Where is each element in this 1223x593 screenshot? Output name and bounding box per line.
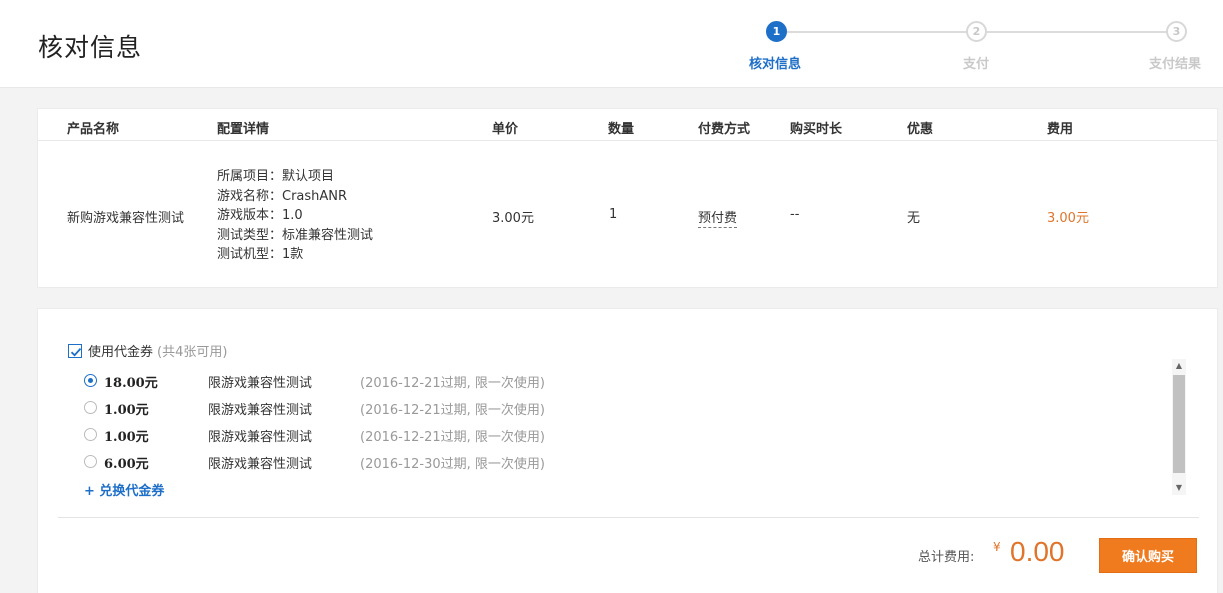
coupon-scope: 限游戏兼容性测试 bbox=[208, 376, 313, 391]
summary-divider bbox=[58, 517, 1199, 518]
column-header-config: 配置详情 bbox=[217, 122, 270, 137]
cell-payment[interactable]: 预付费 bbox=[698, 207, 738, 228]
payment-method-tooltip-trigger[interactable]: 预付费 bbox=[698, 211, 738, 228]
coupon-expiry: (2016-12-21过期, 限一次使用) bbox=[360, 430, 545, 445]
step-2-indicator: 2 bbox=[966, 21, 987, 42]
cell-fee: 3.00元 bbox=[1047, 211, 1089, 226]
scroll-thumb[interactable] bbox=[1173, 375, 1185, 473]
table-header-divider bbox=[38, 140, 1217, 141]
cell-duration: -- bbox=[790, 207, 800, 222]
redeem-coupon-link[interactable]: + 兑换代金券 bbox=[84, 480, 164, 499]
coupon-amount: 1.00元 bbox=[104, 403, 149, 418]
coupon-scope: 限游戏兼容性测试 bbox=[208, 430, 313, 445]
coupon-amount: 6.00元 bbox=[104, 457, 149, 472]
triangle-up-icon: ▲ bbox=[1175, 361, 1183, 370]
total-label: 总计费用: bbox=[918, 550, 975, 565]
coupon-expiry: (2016-12-30过期, 限一次使用) bbox=[360, 457, 545, 472]
coupon-radio[interactable] bbox=[84, 455, 97, 468]
coupon-panel: 使用代金券 (共4张可用) 18.00元 限游戏兼容性测试 (2016-12-2… bbox=[37, 308, 1218, 593]
coupon-option[interactable]: 1.00元 限游戏兼容性测试 (2016-12-21过期, 限一次使用) bbox=[84, 398, 784, 418]
coupon-radio[interactable] bbox=[84, 374, 97, 387]
use-coupon-checkbox[interactable] bbox=[68, 343, 82, 358]
coupon-amount: 1.00元 bbox=[104, 430, 149, 445]
cell-quantity: 1 bbox=[609, 207, 618, 222]
step-2-label: 支付 bbox=[963, 57, 990, 72]
column-header-unit-price: 单价 bbox=[492, 122, 519, 137]
step-1-label: 核对信息 bbox=[749, 57, 802, 72]
total-amount: 0.00 bbox=[1010, 536, 1065, 567]
cell-config-details: 所属项目：默认项目 游戏名称：CrashANR 游戏版本：1.0 测试类型：标准… bbox=[217, 167, 373, 265]
config-line: 测试类型：标准兼容性测试 bbox=[217, 227, 374, 243]
column-header-discount: 优惠 bbox=[907, 122, 934, 137]
column-header-duration: 购买时长 bbox=[790, 122, 843, 137]
coupon-option[interactable]: 18.00元 限游戏兼容性测试 (2016-12-21过期, 限一次使用) bbox=[84, 371, 784, 391]
step-connector bbox=[787, 31, 967, 33]
config-line: 测试机型：1款 bbox=[217, 247, 304, 262]
column-header-quantity: 数量 bbox=[608, 122, 635, 137]
step-connector bbox=[987, 31, 1167, 33]
config-line: 游戏名称：CrashANR bbox=[217, 188, 348, 204]
coupon-scope: 限游戏兼容性测试 bbox=[208, 457, 313, 472]
order-table: 产品名称 配置详情 单价 数量 付费方式 购买时长 优惠 费用 新购游戏兼容性测… bbox=[37, 108, 1218, 288]
coupon-expiry: (2016-12-21过期, 限一次使用) bbox=[360, 376, 545, 391]
coupon-option[interactable]: 1.00元 限游戏兼容性测试 (2016-12-21过期, 限一次使用) bbox=[84, 425, 784, 445]
step-3-label: 支付结果 bbox=[1149, 57, 1202, 72]
column-header-product: 产品名称 bbox=[67, 122, 120, 137]
coupon-count: (共4张可用) bbox=[157, 345, 228, 360]
scroll-up-button[interactable]: ▲ bbox=[1172, 359, 1186, 373]
coupon-amount: 18.00元 bbox=[104, 376, 158, 391]
coupon-radio[interactable] bbox=[84, 428, 97, 441]
coupon-scope: 限游戏兼容性测试 bbox=[208, 403, 313, 418]
cell-unit-price: 3.00元 bbox=[492, 211, 534, 226]
triangle-down-icon: ▼ bbox=[1175, 483, 1183, 492]
cell-discount: 无 bbox=[907, 211, 921, 226]
coupon-list-scrollbar[interactable]: ▲ ▼ bbox=[1172, 359, 1186, 495]
config-line: 游戏版本：1.0 bbox=[217, 208, 303, 223]
checkmark-icon bbox=[70, 347, 82, 356]
scroll-down-button[interactable]: ▼ bbox=[1172, 481, 1186, 495]
step-3-indicator: 3 bbox=[1166, 21, 1187, 42]
cell-product: 新购游戏兼容性测试 bbox=[67, 211, 185, 226]
coupon-radio[interactable] bbox=[84, 401, 97, 414]
currency-symbol: ¥ bbox=[993, 540, 1001, 554]
coupon-option[interactable]: 6.00元 限游戏兼容性测试 (2016-12-30过期, 限一次使用) bbox=[84, 452, 784, 472]
use-coupon-toggle[interactable]: 使用代金券 (共4张可用) bbox=[68, 341, 227, 360]
confirm-purchase-button[interactable]: 确认购买 bbox=[1099, 538, 1197, 573]
config-line: 所属项目：默认项目 bbox=[217, 169, 335, 184]
coupon-expiry: (2016-12-21过期, 限一次使用) bbox=[360, 403, 545, 418]
use-coupon-label: 使用代金券 bbox=[88, 345, 154, 360]
column-header-payment: 付费方式 bbox=[698, 122, 751, 137]
progress-steps: 1 2 3 核对信息 支付 支付结果 bbox=[0, 0, 1223, 88]
column-header-fee: 费用 bbox=[1047, 122, 1074, 137]
step-1-indicator: 1 bbox=[766, 21, 787, 42]
